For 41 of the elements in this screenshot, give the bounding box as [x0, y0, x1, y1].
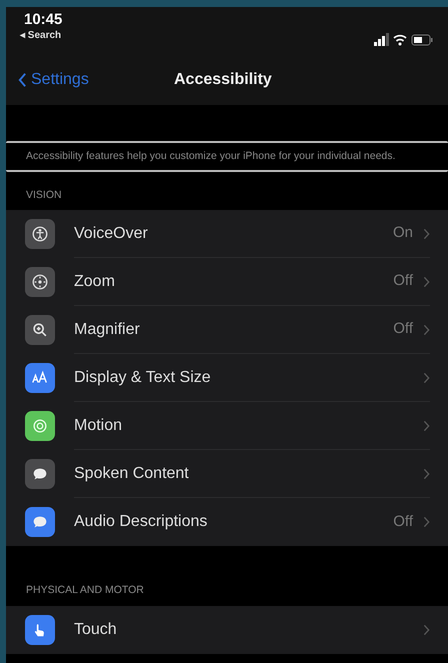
settings-row[interactable]: Touch: [6, 606, 448, 654]
section-header: VISION: [26, 188, 62, 204]
row-label: VoiceOver: [74, 224, 149, 244]
row-value: On: [392, 223, 413, 244]
page-title: Accessibility: [174, 70, 272, 90]
chevron-right-icon: [423, 624, 430, 636]
chevron-right-icon: [423, 324, 430, 336]
settings-row[interactable]: Display & Text Size: [6, 354, 448, 402]
settings-row[interactable]: VoiceOver On: [6, 210, 448, 258]
settings-row[interactable]: Spoken Content: [6, 450, 448, 498]
magnifier-icon: [31, 321, 49, 339]
chevron-right-icon: [423, 228, 430, 240]
motion-circles-icon: [31, 417, 49, 435]
row-label: Zoom: [74, 272, 116, 292]
status-time: 10:45: [23, 11, 62, 29]
row-label: Magnifier: [74, 320, 141, 340]
chevron-right-icon: [423, 516, 430, 528]
description-text: Accessibility features help you customize your iPhone for your individual needs.: [26, 149, 396, 164]
chevron-left-icon: [18, 72, 27, 88]
chevron-right-icon: [423, 468, 430, 480]
row-value: Off: [393, 319, 413, 340]
row-value: Off: [393, 512, 413, 532]
settings-row[interactable]: Magnifier Off: [6, 306, 448, 354]
row-value: Off: [393, 271, 413, 292]
back-button[interactable]: Settings: [18, 68, 89, 92]
section-header: PHYSICAL AND MOTOR: [26, 583, 144, 598]
row-label: Motion: [74, 416, 124, 436]
row-label: Display & Text Size: [74, 368, 212, 388]
row-label: Spoken Content: [74, 464, 190, 484]
row-label: Touch: [74, 620, 118, 640]
settings-row[interactable]: Zoom Off: [6, 258, 448, 306]
status-icons: [374, 33, 434, 47]
chevron-right-icon: [423, 372, 430, 384]
back-to-search-link[interactable]: ◂ Search: [20, 29, 62, 43]
row-label: Audio Descriptions: [74, 512, 208, 532]
chevron-right-icon: [423, 276, 430, 288]
settings-row[interactable]: Audio Descriptions Off: [6, 498, 448, 546]
zoom-target-icon: [31, 273, 49, 291]
accessibility-person-icon: [31, 225, 49, 243]
settings-row[interactable]: Motion: [6, 402, 448, 450]
chevron-right-icon: [423, 420, 430, 432]
